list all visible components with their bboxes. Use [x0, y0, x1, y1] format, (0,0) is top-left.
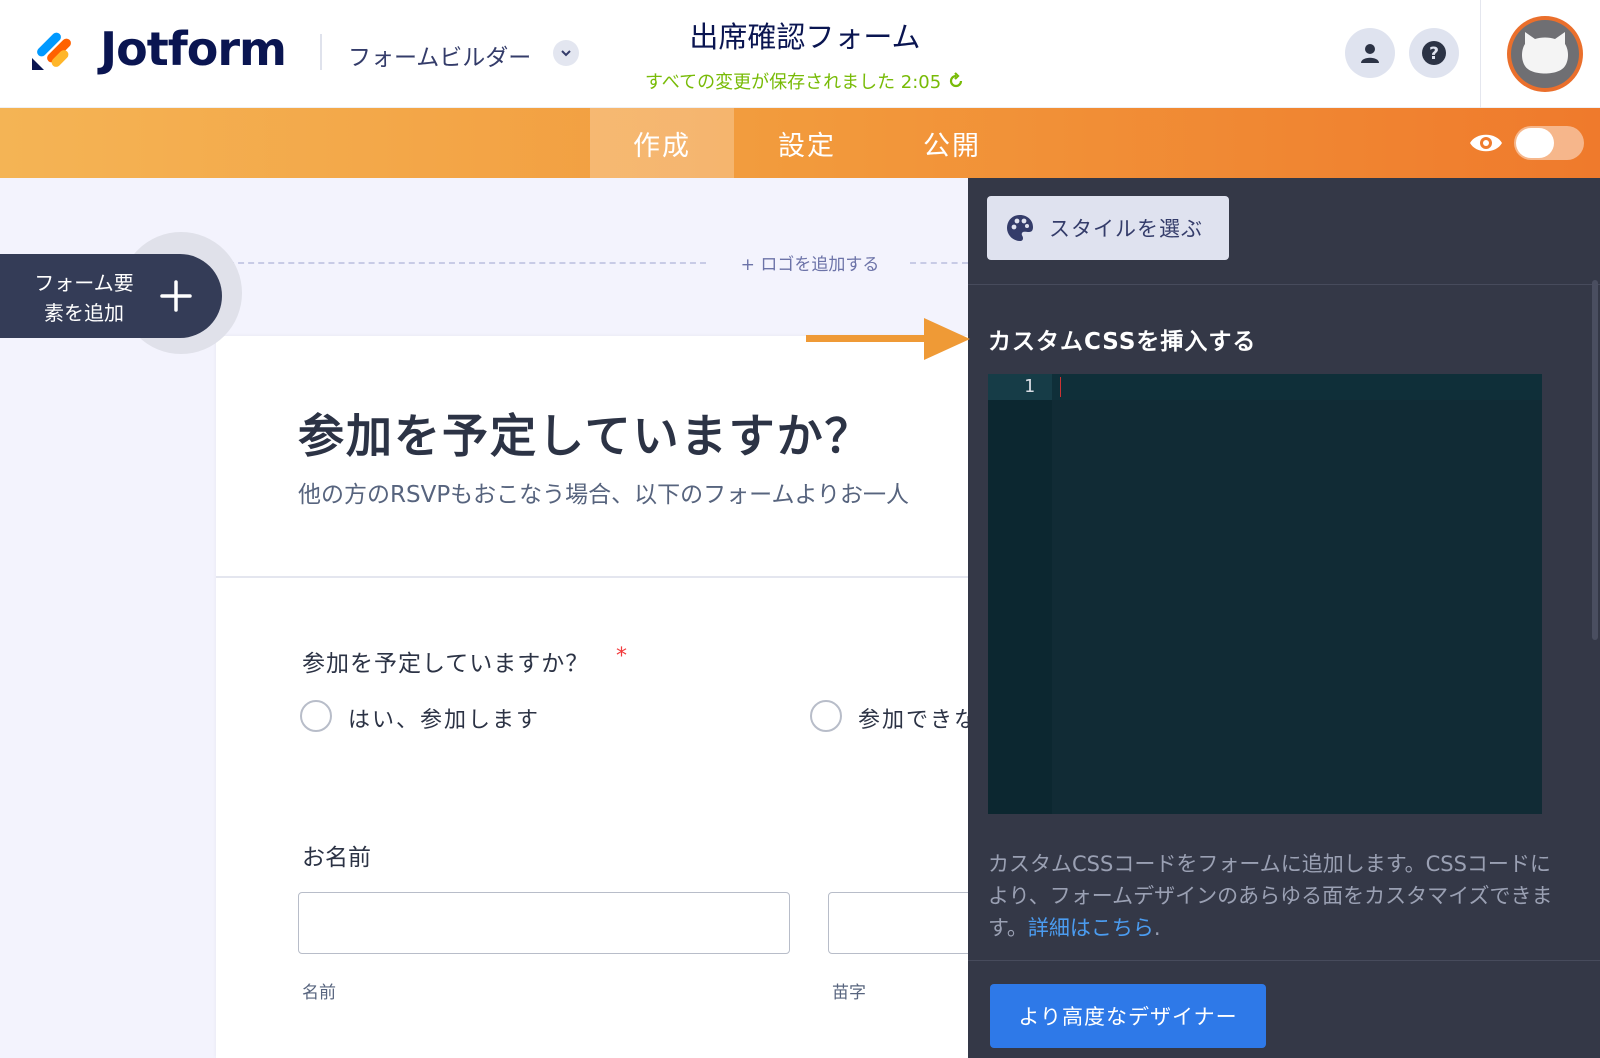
panel-scrollbar[interactable] [1592, 280, 1598, 640]
avatar[interactable] [1507, 16, 1583, 92]
last-name-input[interactable] [828, 892, 978, 954]
brand-name[interactable]: Jotform [100, 22, 287, 76]
chevron-down-icon[interactable] [553, 40, 579, 66]
eye-icon[interactable] [1468, 128, 1504, 158]
divider [216, 576, 968, 578]
radio-yes[interactable] [300, 700, 332, 732]
divider [968, 284, 1600, 285]
help-text-end: . [1153, 916, 1161, 940]
svg-text:?: ? [1429, 44, 1439, 64]
tab-settings[interactable]: 設定 [735, 108, 879, 178]
line-number: 1 [1024, 376, 1035, 397]
choose-style-label: スタイルを選ぶ [1049, 217, 1203, 241]
custom-css-help: カスタムCSSコードをフォームに追加します。CSSコードにより、フォームデザイン… [988, 848, 1566, 944]
choose-style-button[interactable]: スタイルを選ぶ [987, 196, 1229, 260]
form-title[interactable]: 出席確認フォーム [600, 14, 1010, 56]
radio-yes-label[interactable]: はい、参加します [348, 702, 540, 734]
divider [1480, 0, 1481, 108]
top-bar: Jotform フォームビルダー 出席確認フォーム すべての変更が保存されました… [0, 0, 1600, 108]
tab-build[interactable]: 作成 [590, 108, 734, 178]
last-name-sublabel: 苗字 [832, 983, 866, 1003]
advanced-designer-button[interactable]: より高度なデザイナー [990, 984, 1266, 1048]
add-element-label: フォーム要 素を追加 [24, 268, 144, 328]
add-element-button[interactable]: フォーム要 素を追加 [0, 254, 222, 338]
palette-icon [1007, 215, 1033, 241]
logo-dashed-line [218, 262, 706, 264]
builder-dropdown-label[interactable]: フォームビルダー [348, 38, 531, 72]
radio-no[interactable] [810, 700, 842, 732]
first-name-input[interactable] [298, 892, 790, 954]
jotform-logo-icon[interactable] [30, 24, 78, 72]
required-mark: * [616, 644, 627, 669]
builder-nav: 作成 設定 公開 [0, 108, 1600, 178]
question-label[interactable]: 参加を予定していますか？ [302, 644, 589, 678]
logo-dashed-line [910, 262, 968, 264]
cat-avatar-icon [1522, 32, 1568, 74]
tab-publish[interactable]: 公開 [880, 108, 1024, 178]
add-logo-link[interactable]: + ロゴを追加する [720, 250, 900, 275]
divider [968, 960, 1600, 961]
first-name-sublabel: 名前 [302, 983, 336, 1003]
editor-gutter-active [988, 374, 1052, 400]
editor-active-line [988, 374, 1542, 400]
form-heading[interactable]: 参加を予定していますか？ [298, 400, 873, 466]
arrow-right-icon [806, 318, 970, 360]
plus-icon [158, 270, 194, 324]
css-code-editor[interactable]: 1 [988, 374, 1542, 814]
save-status: すべての変更が保存されました 2:05 [600, 68, 1010, 94]
form-subheading[interactable]: 他の方のRSVPもおこなう場合、以下のフォームよりお一人 [298, 475, 968, 509]
text-cursor [1060, 377, 1061, 397]
save-status-text: すべての変更が保存されました 2:05 [645, 72, 942, 93]
divider [320, 34, 322, 70]
learn-more-link[interactable]: 詳細はこちら [1028, 916, 1154, 940]
radio-no-label[interactable]: 参加できな [858, 702, 978, 734]
preview-toggle[interactable] [1514, 126, 1584, 160]
name-field-label[interactable]: お名前 [302, 838, 371, 872]
toggle-knob [1516, 128, 1554, 158]
custom-css-title: カスタムCSSを挿入する [988, 329, 1257, 355]
editor-gutter [988, 374, 1052, 814]
add-element-label-line1: フォーム要 [34, 271, 134, 295]
help-icon[interactable]: ? [1409, 28, 1459, 78]
add-element-label-line2: 素を追加 [44, 301, 124, 325]
user-icon[interactable] [1345, 28, 1395, 78]
refresh-icon [949, 72, 963, 88]
